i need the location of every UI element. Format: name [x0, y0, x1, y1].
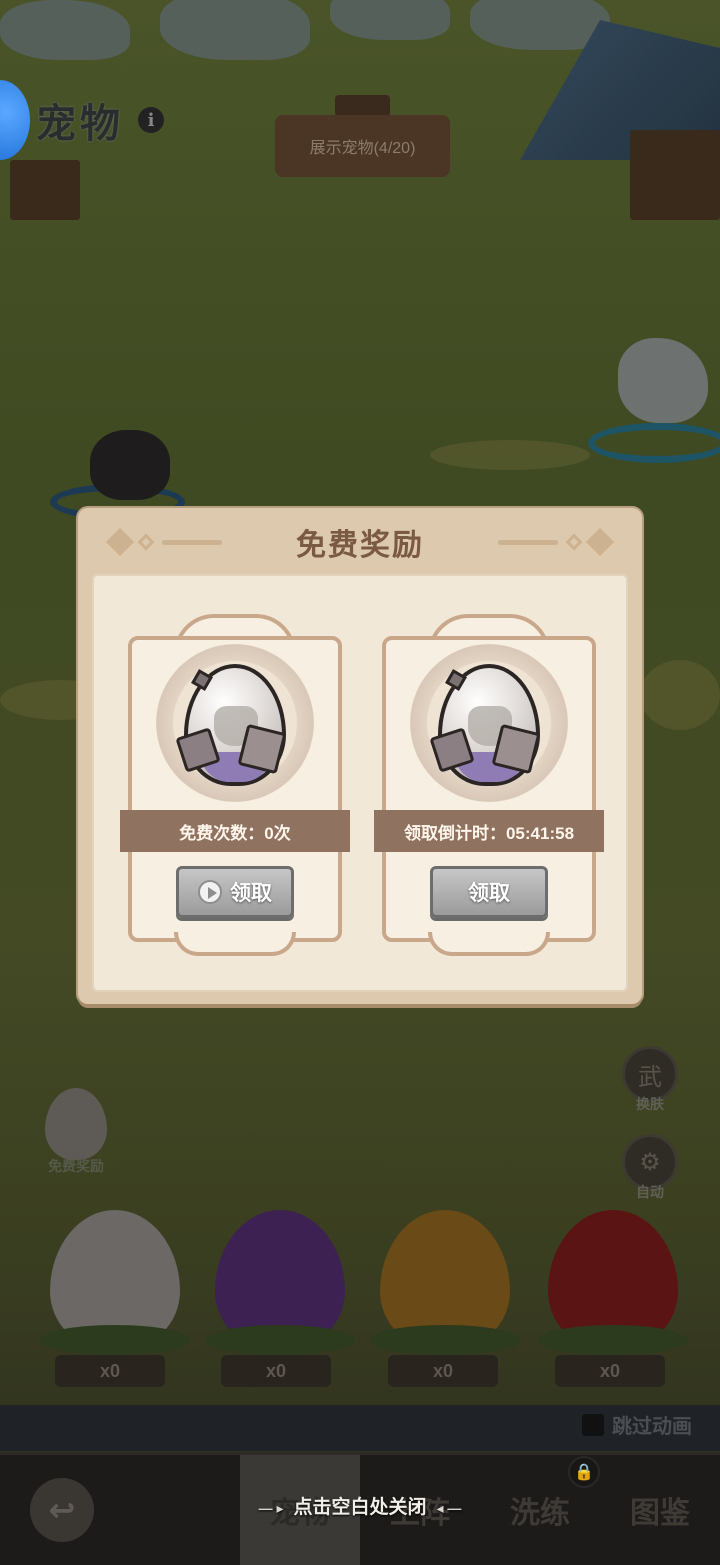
dark-pet[interactable] [50, 430, 185, 520]
signpost-top [335, 95, 390, 117]
egg-count: x0 [55, 1355, 165, 1387]
dialog-body: 免费次数：0次 领取 领取倒计时：05:41:58 领取 [92, 574, 628, 992]
claim-button-label: 领取 [468, 882, 510, 905]
egg-count: x0 [221, 1355, 331, 1387]
info-icon[interactable]: i [138, 107, 164, 133]
page-title: 宠物 [36, 102, 124, 146]
skin-button[interactable]: 武 换肤 [620, 1046, 680, 1114]
arrow-left-icon: ◂ — [436, 1500, 462, 1516]
nest [370, 1325, 520, 1355]
egg-shelf: x0 x0 x0 x0 [0, 1195, 720, 1405]
egg-count: x0 [388, 1355, 498, 1387]
page-header: 宠物 i [0, 80, 164, 160]
egg-icon [45, 1088, 107, 1160]
claim-button[interactable]: 领取 [430, 866, 548, 918]
arrow-right-icon: — ▸ [258, 1500, 284, 1516]
reward-card-timer: 领取倒计时：05:41:58 领取 [374, 614, 604, 956]
display-pets-sign[interactable]: 展示宠物(4/20) [275, 115, 450, 177]
nest [205, 1325, 355, 1355]
gray-pet[interactable] [588, 338, 720, 463]
dialog-header: 免费奖励 [78, 508, 642, 576]
dialog-title: 免费奖励 [296, 529, 424, 562]
free-count-banner: 免费次数：0次 [120, 810, 350, 852]
egg-count: x0 [555, 1355, 665, 1387]
skip-animation-toggle[interactable]: 跳过动画 [582, 1410, 692, 1439]
skin-label: 换肤 [636, 1096, 664, 1112]
video-play-icon [198, 880, 222, 904]
checkbox[interactable] [582, 1413, 604, 1436]
header-ornament-right [498, 527, 615, 557]
lock-icon: 🔒 [568, 1456, 600, 1488]
free-reward-side-label: 免费奖励 [48, 1158, 104, 1174]
claim-button-label: 领取 [230, 882, 272, 905]
countdown-banner: 领取倒计时：05:41:58 [374, 810, 604, 852]
nest [40, 1325, 190, 1355]
skip-animation-label: 跳过动画 [612, 1416, 692, 1438]
claim-video-button[interactable]: 领取 [176, 866, 294, 918]
free-reward-dialog: 免费奖励 免费次数：0次 领取 领取倒计时：05:41:58 领取 [78, 508, 642, 1004]
free-reward-side-button[interactable]: 免费奖励 [38, 1088, 114, 1176]
auto-button[interactable]: ⚙ 自动 [620, 1134, 680, 1202]
header-ornament-left [105, 527, 222, 557]
reward-card-video: 免费次数：0次 领取 [120, 614, 350, 956]
avatar-orb [0, 80, 30, 160]
nest [538, 1325, 688, 1355]
close-hint[interactable]: — ▸ 点击空白处关闭 ◂ — [0, 1492, 720, 1519]
close-hint-text: 点击空白处关闭 [293, 1497, 427, 1518]
